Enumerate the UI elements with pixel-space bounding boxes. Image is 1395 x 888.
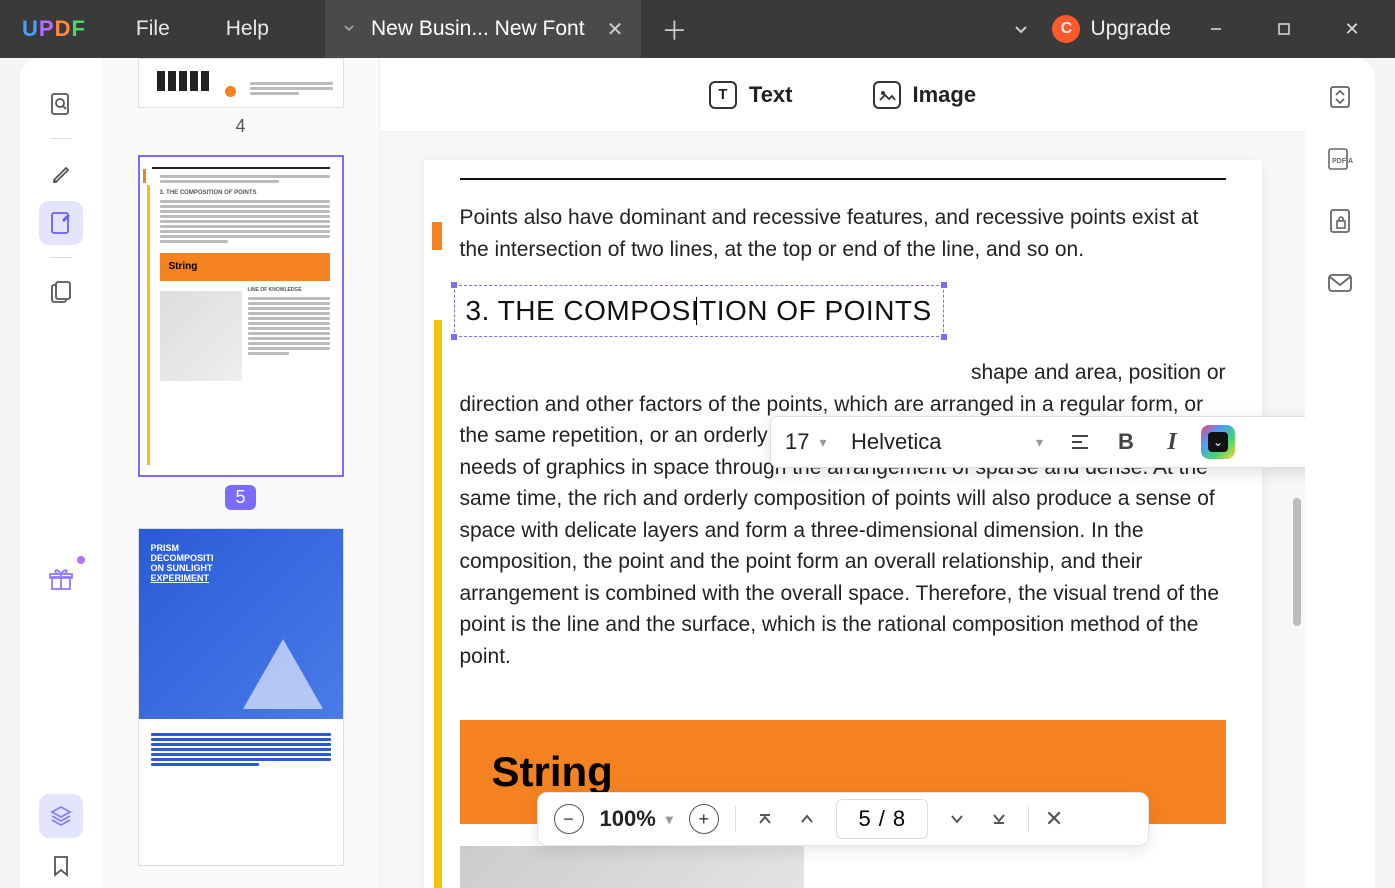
resize-handle-br[interactable]: [940, 333, 948, 341]
close-bar-button[interactable]: ✕: [1045, 806, 1063, 832]
window-maximize-button[interactable]: [1261, 14, 1307, 44]
thumb-heading: 3. THE COMPOSITION OF POINTS: [160, 189, 330, 197]
chevron-down-icon: ⌄: [1208, 432, 1228, 452]
title-bar: UPDF File Help New Busin... New Font ✕ ＋…: [0, 0, 1395, 58]
image-icon: [873, 81, 901, 109]
protect-button[interactable]: [1323, 204, 1357, 238]
page-number-input[interactable]: 5 / 8: [836, 799, 928, 839]
paragraph-2a[interactable]: shape and area, position or: [460, 357, 1226, 389]
page-sep: /: [879, 806, 885, 832]
font-family-value: Helvetica: [851, 429, 941, 455]
document-page[interactable]: Points also have dominant and recessive …: [424, 160, 1262, 888]
font-toolbar[interactable]: 17 ▾ Helvetica ▾ B I ⌄: [770, 416, 1305, 468]
document-scroll-area[interactable]: Points also have dominant and recessive …: [380, 132, 1305, 888]
prev-page-button[interactable]: [794, 806, 820, 832]
search-tool[interactable]: [39, 82, 83, 126]
image-tool-label: Image: [913, 82, 977, 108]
vertical-scrollbar[interactable]: [1293, 498, 1301, 626]
menu-help[interactable]: Help: [198, 17, 297, 41]
thumb6-line: PRISM: [151, 543, 331, 553]
upgrade-button[interactable]: C Upgrade: [1052, 15, 1171, 43]
svg-text:PDF/A: PDF/A: [1332, 158, 1353, 165]
next-page-button[interactable]: [944, 806, 970, 832]
tab-dropdown-icon[interactable]: [343, 22, 357, 36]
font-size-value: 17: [785, 429, 809, 455]
text-color-button[interactable]: ⌄: [1201, 425, 1235, 459]
edit-toolbar: T Text Image: [380, 58, 1305, 132]
italic-button[interactable]: I: [1155, 425, 1189, 459]
tab-title: New Busin... New Font: [371, 17, 585, 41]
thumbnail-page-5[interactable]: 3. THE COMPOSITION OF POINTS String LINE…: [116, 155, 365, 510]
thumb6-line: ON SUNLIGHT: [151, 563, 331, 573]
text-caret: [696, 297, 697, 325]
text-tool-label: Text: [749, 82, 793, 108]
bookmark-button[interactable]: [39, 844, 83, 888]
dropdown-caret-icon[interactable]: ▾: [819, 434, 826, 451]
dropdown-caret-icon[interactable]: ▾: [666, 811, 673, 828]
layers-button[interactable]: [39, 794, 83, 838]
resize-handle-bl[interactable]: [450, 333, 458, 341]
notification-dot: [77, 556, 85, 564]
edit-tool[interactable]: [39, 201, 83, 245]
app-logo: UPDF: [0, 16, 108, 42]
window-close-button[interactable]: ✕: [1329, 14, 1375, 44]
thumbnail-page-4[interactable]: 4: [116, 58, 365, 137]
align-button[interactable]: [1063, 425, 1097, 459]
document-image[interactable]: [460, 846, 805, 888]
thumb6-line: EXPERIMENT: [151, 573, 331, 583]
resize-handle-tr[interactable]: [940, 281, 948, 289]
zoom-in-button[interactable]: +: [689, 804, 719, 834]
zoom-out-button[interactable]: −: [554, 804, 584, 834]
thumbnail-page-6[interactable]: PRISM DECOMPOSITI ON SUNLIGHT EXPERIMENT: [116, 528, 365, 866]
paragraph-1[interactable]: Points also have dominant and recessive …: [460, 202, 1226, 265]
text-icon: T: [709, 81, 737, 109]
tab-close-icon[interactable]: ✕: [607, 17, 624, 42]
thumb-subheading: LINE OF KNOWLEDGE: [248, 287, 330, 294]
thumb-string-block: String: [160, 253, 330, 281]
thumb-number: 4: [116, 116, 365, 137]
orange-marker: [432, 222, 442, 250]
image-tool-button[interactable]: Image: [873, 81, 977, 109]
dropdown-caret-icon[interactable]: ▾: [1036, 434, 1043, 451]
yellow-marker: [434, 320, 442, 888]
document-tab[interactable]: New Busin... New Font ✕: [325, 0, 641, 58]
highlighter-tool[interactable]: [39, 151, 83, 195]
resize-handle-tl[interactable]: [450, 281, 458, 289]
account-dropdown-icon[interactable]: [1012, 20, 1030, 38]
pages-tool[interactable]: [39, 270, 83, 314]
text-tool-button[interactable]: T Text: [709, 81, 793, 109]
right-sidebar: PDF/A: [1305, 58, 1375, 888]
thumb6-line: DECOMPOSITI: [151, 553, 331, 563]
last-page-button[interactable]: [986, 806, 1012, 832]
font-family-selector[interactable]: Helvetica ▾: [851, 429, 1051, 455]
user-badge: C: [1052, 15, 1080, 43]
total-pages: 8: [893, 806, 905, 832]
email-button[interactable]: [1323, 266, 1357, 300]
gift-button[interactable]: [39, 558, 83, 602]
thumbnail-panel[interactable]: 4 3. THE COMPOSITION OF POINTS String LI…: [102, 58, 380, 888]
main-content: 4 3. THE COMPOSITION OF POINTS String LI…: [20, 58, 1375, 888]
window-minimize-button[interactable]: [1193, 14, 1239, 44]
convert-button[interactable]: [1323, 80, 1357, 114]
current-page: 5: [859, 806, 871, 832]
zoom-level-selector[interactable]: 100% ▾: [600, 806, 673, 832]
upgrade-label: Upgrade: [1090, 17, 1171, 41]
bold-button[interactable]: B: [1109, 425, 1143, 459]
first-page-button[interactable]: [752, 806, 778, 832]
zoom-page-bar[interactable]: − 100% ▾ + 5 / 8: [537, 792, 1149, 846]
selection-box[interactable]: [454, 285, 944, 337]
thumb-number: 5: [225, 485, 255, 510]
new-tab-button[interactable]: ＋: [661, 11, 687, 48]
pdfa-button[interactable]: PDF/A: [1323, 142, 1357, 176]
left-sidebar: [20, 58, 102, 888]
document-canvas: T Text Image Points also have dominant a…: [380, 58, 1305, 888]
zoom-level-value: 100%: [600, 806, 656, 832]
font-size-selector[interactable]: 17 ▾: [785, 429, 839, 455]
menu-file[interactable]: File: [108, 17, 198, 41]
